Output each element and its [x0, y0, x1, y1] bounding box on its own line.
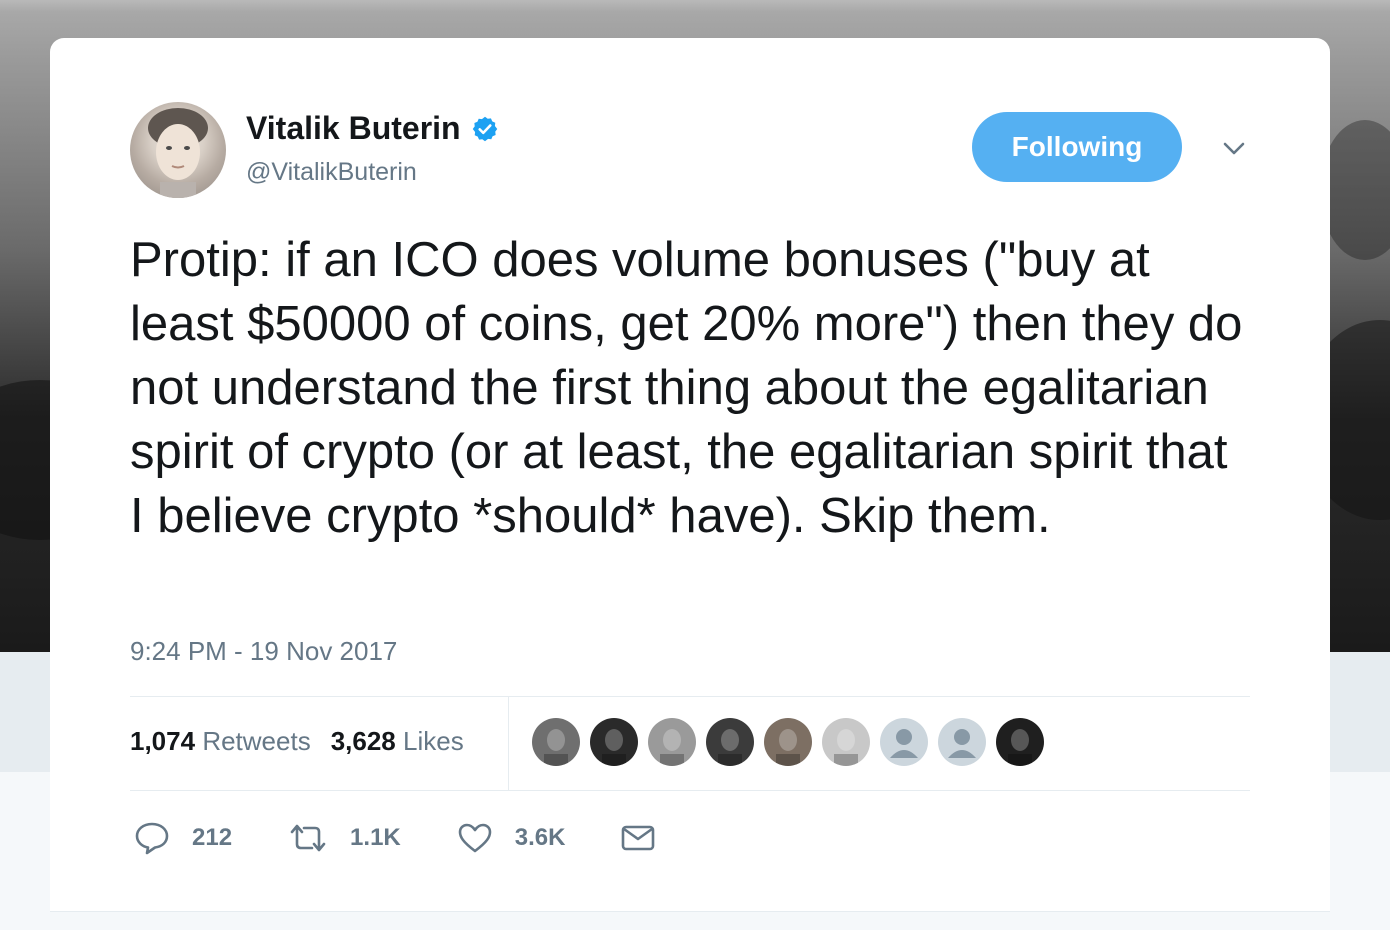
user-display-name[interactable]: Vitalik Buterin: [246, 110, 499, 147]
likes-count: 3,628: [330, 726, 396, 756]
user-handle[interactable]: @VitalikButerin: [246, 158, 417, 187]
tweet-text: Protip: if an ICO does volume bonuses ("…: [130, 233, 1243, 543]
verified-badge-icon: [472, 116, 497, 141]
following-button[interactable]: Following: [972, 112, 1182, 182]
tweet-timestamp[interactable]: 9:24 PM - 19 Nov 2017: [130, 636, 397, 667]
direct-message-icon: [622, 825, 655, 851]
divider-top: [130, 696, 1250, 697]
retweets-stat[interactable]: 1,074 Retweets: [130, 726, 311, 757]
direct-message-action[interactable]: [621, 824, 677, 852]
chevron-down-icon[interactable]: [1220, 136, 1248, 160]
liker-avatar[interactable]: [822, 718, 870, 766]
like-action[interactable]: 3.6K: [457, 822, 566, 854]
retweet-icon: [290, 824, 326, 852]
tweet-stats: 1,074 Retweets 3,628 Likes: [130, 726, 464, 757]
liker-avatar[interactable]: [996, 718, 1044, 766]
default-avatar-icon[interactable]: [938, 718, 986, 766]
reply-icon: [135, 822, 169, 855]
reply-count: 212: [192, 824, 233, 851]
likes-label: Likes: [403, 726, 464, 756]
avatar-face-icon: [148, 108, 208, 198]
user-name-text: Vitalik Buterin: [246, 110, 461, 146]
default-avatar-icon[interactable]: [880, 718, 928, 766]
liker-avatar[interactable]: [532, 718, 580, 766]
divider-bottom: [130, 790, 1250, 791]
retweet-action[interactable]: 1.1K: [288, 823, 401, 853]
liker-avatar[interactable]: [706, 718, 754, 766]
liker-avatar[interactable]: [764, 718, 812, 766]
stats-separator: [508, 697, 509, 791]
like-icon: [458, 823, 492, 853]
user-avatar[interactable]: [130, 102, 226, 198]
reply-action[interactable]: 212: [134, 821, 232, 855]
tweet-actions: 212 1.1K 3.6K: [134, 818, 733, 858]
retweets-label: Retweets: [202, 726, 311, 756]
liker-avatar[interactable]: [648, 718, 696, 766]
likes-stat[interactable]: 3,628 Likes: [331, 726, 464, 757]
likers-avatars: [532, 718, 1044, 766]
liker-avatar[interactable]: [590, 718, 638, 766]
like-count: 3.6K: [514, 824, 566, 851]
retweet-count: 1.1K: [350, 824, 401, 851]
card-footer: [50, 911, 1330, 930]
tweet-card: Vitalik Buterin @VitalikButerin Followin…: [50, 38, 1330, 930]
retweets-count: 1,074: [130, 726, 196, 756]
